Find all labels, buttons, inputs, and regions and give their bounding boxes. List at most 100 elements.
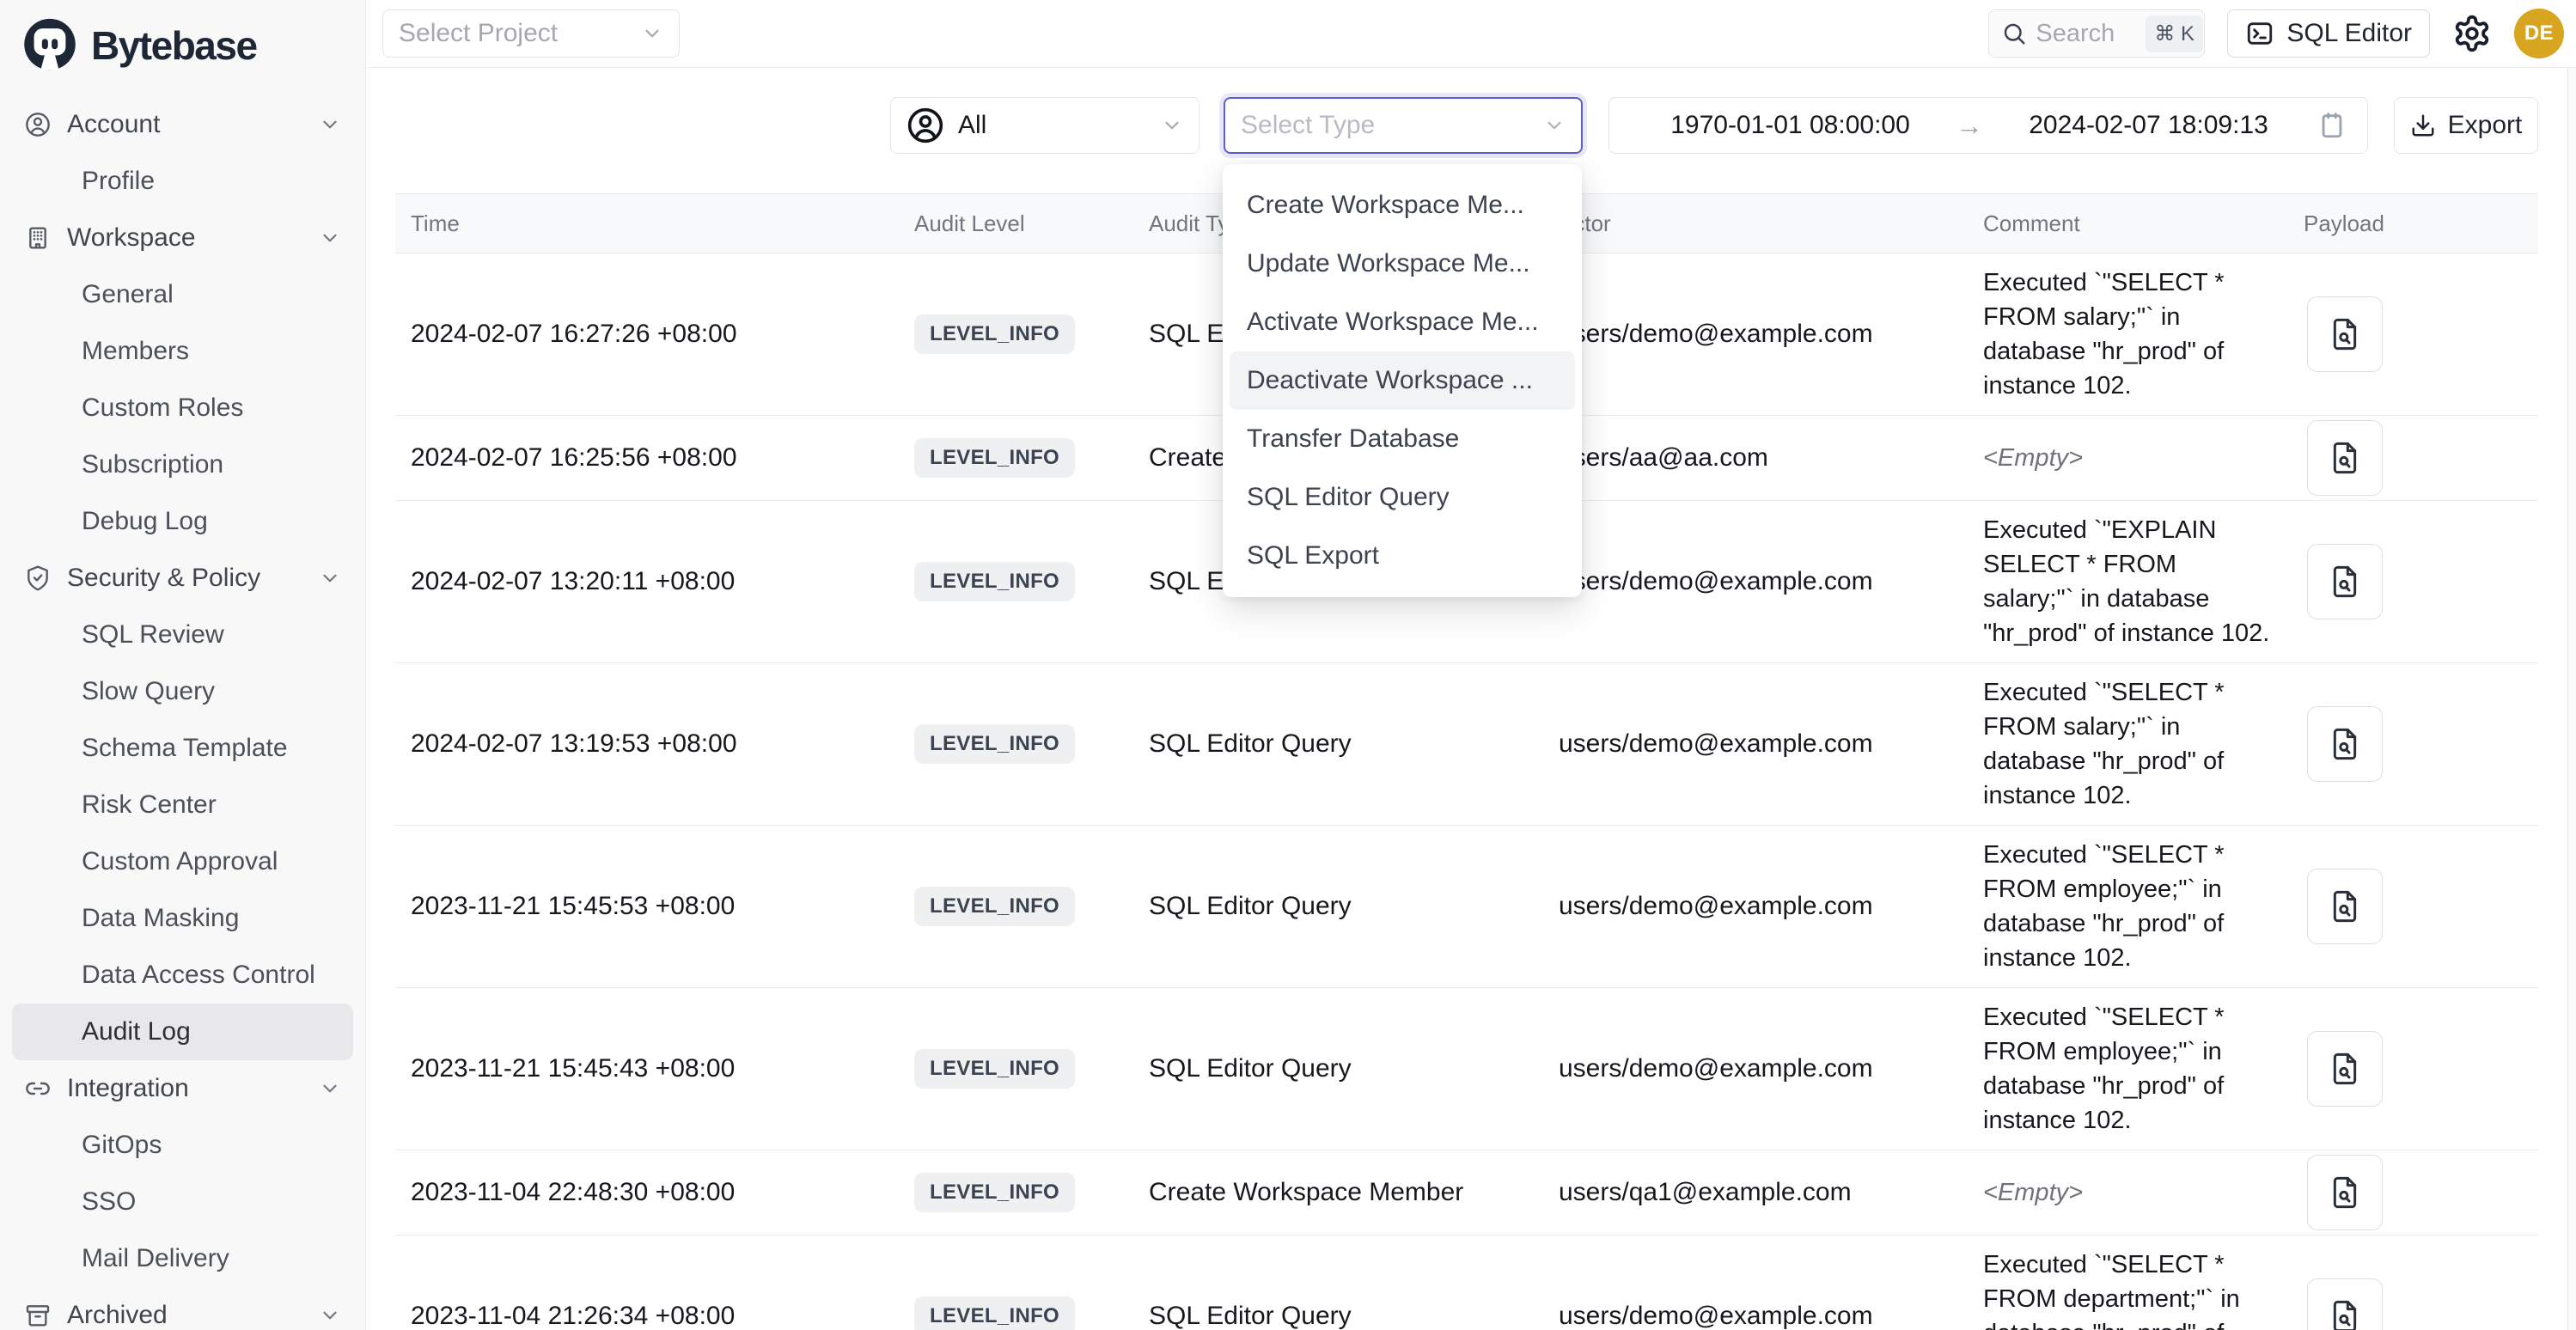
payload-view-button[interactable] [2307, 420, 2383, 496]
column-header-audit-level: Audit Level [894, 210, 1128, 237]
payload-view-button[interactable] [2307, 1155, 2383, 1230]
settings-gear-button[interactable] [2452, 14, 2492, 53]
sidebar-item-slow-query[interactable]: Slow Query [12, 663, 353, 720]
date-range-picker[interactable]: 1970-01-01 08:00:00 → 2024-02-07 18:09:1… [1608, 97, 2368, 154]
actor-value: users/qa1@example.com [1559, 1178, 1852, 1206]
payload-view-button[interactable] [2307, 296, 2383, 372]
type-menu-item-update-workspace-me[interactable]: Update Workspace Me... [1230, 235, 1575, 293]
comment-value: Executed `"SELECT * FROM department;"` i… [1983, 1235, 2302, 1330]
table-row[interactable]: 2023-11-21 15:45:43 +08:00 LEVEL_INFO SQ… [395, 988, 2538, 1150]
payload-view-button[interactable] [2307, 544, 2383, 619]
time-value: 2024-02-07 13:19:53 +08:00 [411, 729, 737, 758]
type-select[interactable]: Select Type [1224, 97, 1583, 154]
sidebar-item-custom-roles[interactable]: Custom Roles [12, 380, 353, 436]
user-avatar[interactable]: DE [2514, 9, 2564, 58]
comment-value: Executed `"EXPLAIN SELECT * FROM salary;… [1983, 501, 2302, 662]
actor-value: users/demo@example.com [1559, 320, 1873, 348]
audit-level-badge: LEVEL_INFO [914, 1049, 1075, 1089]
search-input[interactable] [2036, 20, 2137, 48]
date-from-value[interactable]: 1970-01-01 08:00:00 [1630, 111, 1950, 140]
sidebar-item-sso[interactable]: SSO [12, 1174, 353, 1230]
payload-view-button[interactable] [2307, 1278, 2383, 1330]
sidebar-item-profile[interactable]: Profile [12, 153, 353, 210]
project-select[interactable]: Select Project [382, 9, 680, 58]
sidebar-section-integration[interactable]: Integration [12, 1060, 353, 1117]
audit-log-page: Bytebase Account Profile Workspace Gener… [0, 0, 2576, 1330]
gear-icon [2452, 14, 2492, 53]
sidebar-item-custom-approval[interactable]: Custom Approval [12, 833, 353, 890]
type-menu-item-sql-export[interactable]: SQL Export [1230, 527, 1575, 585]
type-menu-item-activate-workspace-me[interactable]: Activate Workspace Me... [1230, 293, 1575, 351]
comment-value: <Empty> [1983, 1163, 2302, 1222]
sidebar-item-gitops[interactable]: GitOps [12, 1117, 353, 1174]
sidebar-item-debug-log[interactable]: Debug Log [12, 493, 353, 550]
chevron-down-icon[interactable] [319, 113, 341, 136]
type-menu-item-transfer-database[interactable]: Transfer Database [1230, 410, 1575, 468]
date-to-value[interactable]: 2024-02-07 18:09:13 [1988, 111, 2309, 140]
audit-type-value: SQL Editor Query [1149, 1054, 1352, 1083]
sidebar-item-sql-review[interactable]: SQL Review [12, 607, 353, 663]
topbar: Select Project ⌘ K SQL Editor D [367, 0, 2576, 68]
sidebar-item-label: SSO [82, 1187, 136, 1217]
actor-value: users/demo@example.com [1559, 1302, 1873, 1330]
sidebar-section-security-policy[interactable]: Security & Policy [12, 550, 353, 607]
sidebar-item-data-masking[interactable]: Data Masking [12, 890, 353, 947]
sidebar-item-members[interactable]: Members [12, 323, 353, 380]
building-icon [24, 224, 52, 252]
sidebar-item-general[interactable]: General [12, 266, 353, 323]
type-menu-item-deactivate-workspace[interactable]: Deactivate Workspace ... [1230, 351, 1575, 410]
search-shortcut-badge: ⌘ K [2146, 15, 2203, 52]
table-row[interactable]: 2023-11-04 21:26:34 +08:00 LEVEL_INFO SQ… [395, 1235, 2538, 1330]
sidebar-item-label: Data Masking [82, 904, 239, 933]
audit-type-value: SQL Editor Query [1149, 892, 1352, 920]
chevron-down-icon[interactable] [319, 567, 341, 589]
table-row[interactable]: 2024-02-07 13:19:53 +08:00 LEVEL_INFO SQ… [395, 663, 2538, 826]
sidebar-item-audit-log[interactable]: Audit Log [12, 1004, 353, 1060]
sidebar: Bytebase Account Profile Workspace Gener… [0, 0, 366, 1330]
audit-type-value: SQL Editor Query [1149, 729, 1352, 758]
time-value: 2024-02-07 16:27:26 +08:00 [411, 320, 737, 348]
payload-view-button[interactable] [2307, 1031, 2383, 1107]
payload-view-button[interactable] [2307, 869, 2383, 944]
sidebar-section-label: Security & Policy [67, 564, 260, 593]
project-select-label: Select Project [399, 19, 558, 48]
sidebar-item-schema-template[interactable]: Schema Template [12, 720, 353, 777]
scrollbar-track[interactable] [2567, 68, 2576, 1330]
search-box[interactable]: ⌘ K [1988, 9, 2205, 58]
sidebar-section-account[interactable]: Account [12, 96, 353, 153]
sidebar-item-label: Members [82, 337, 189, 366]
time-value: 2024-02-07 16:25:56 +08:00 [411, 443, 737, 472]
table-row[interactable]: 2023-11-21 15:45:53 +08:00 LEVEL_INFO SQ… [395, 826, 2538, 988]
chevron-down-icon[interactable] [319, 1077, 341, 1100]
audit-level-badge: LEVEL_INFO [914, 887, 1075, 926]
chevron-down-icon[interactable] [319, 1304, 341, 1327]
sidebar-section-label: Integration [67, 1074, 189, 1103]
calendar-icon [2317, 111, 2347, 140]
sidebar-item-subscription[interactable]: Subscription [12, 436, 353, 493]
export-button[interactable]: Export [2394, 97, 2538, 154]
type-menu-item-create-workspace-me[interactable]: Create Workspace Me... [1230, 176, 1575, 235]
sidebar-section-archived[interactable]: Archived [12, 1287, 353, 1330]
actor-scope-select[interactable]: All [890, 97, 1199, 154]
chevron-down-icon[interactable] [319, 227, 341, 249]
file-search-icon [2328, 1052, 2362, 1086]
payload-view-button[interactable] [2307, 706, 2383, 782]
sidebar-item-risk-center[interactable]: Risk Center [12, 777, 353, 833]
file-search-icon [2328, 1299, 2362, 1330]
sidebar-item-mail-delivery[interactable]: Mail Delivery [12, 1230, 353, 1287]
sidebar-item-data-access-control[interactable]: Data Access Control [12, 947, 353, 1004]
sidebar-nav: Account Profile Workspace General Member… [0, 91, 365, 1330]
sidebar-item-label: Profile [82, 167, 155, 196]
actor-scope-value: All [958, 111, 986, 140]
actor-value: users/demo@example.com [1559, 892, 1873, 920]
type-menu-item-sql-editor-query[interactable]: SQL Editor Query [1230, 468, 1575, 527]
table-row[interactable]: 2023-11-04 22:48:30 +08:00 LEVEL_INFO Cr… [395, 1150, 2538, 1235]
sidebar-item-label: Debug Log [82, 507, 208, 536]
sidebar-section-label: Archived [67, 1301, 168, 1330]
sql-editor-button[interactable]: SQL Editor [2227, 9, 2430, 58]
brand-logo[interactable]: Bytebase [0, 0, 365, 91]
sidebar-item-label: Subscription [82, 450, 223, 479]
sidebar-section-workspace[interactable]: Workspace [12, 210, 353, 266]
archive-icon [24, 1302, 52, 1329]
comment-value: Executed `"SELECT * FROM salary;"` in da… [1983, 253, 2302, 415]
